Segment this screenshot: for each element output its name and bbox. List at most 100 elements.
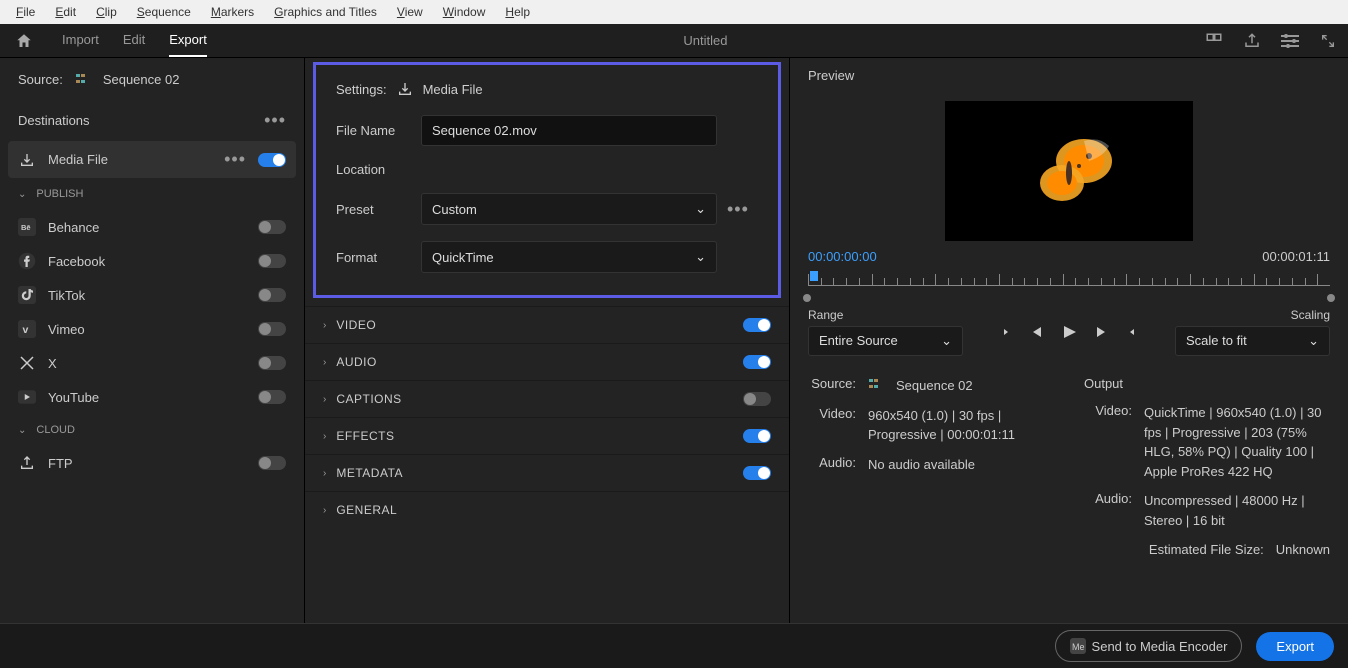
menu-view[interactable]: View: [387, 1, 433, 23]
youtube-toggle[interactable]: [258, 390, 286, 404]
preview-title: Preview: [790, 58, 1348, 93]
svg-text:Me: Me: [1072, 642, 1085, 652]
video-toggle[interactable]: [743, 318, 771, 332]
export-button[interactable]: Export: [1256, 632, 1334, 661]
step-back-button[interactable]: [1029, 325, 1043, 339]
destinations-panel: Source: Sequence 02 Destinations ••• Med…: [0, 58, 305, 623]
step-forward-button[interactable]: [1095, 325, 1109, 339]
svg-text:v: v: [23, 324, 29, 336]
svg-text:Bē: Bē: [21, 223, 31, 232]
filename-input[interactable]: [421, 115, 717, 146]
mark-in-button[interactable]: [999, 324, 1011, 340]
effects-toggle[interactable]: [743, 429, 771, 443]
playhead[interactable]: [810, 271, 818, 281]
destinations-more-icon[interactable]: •••: [264, 110, 286, 131]
destination-behance[interactable]: Bē Behance: [0, 210, 304, 244]
settings-icon[interactable]: [1280, 31, 1300, 51]
metadata-toggle[interactable]: [743, 466, 771, 480]
menu-graphics[interactable]: Graphics and Titles: [264, 1, 387, 23]
audio-toggle[interactable]: [743, 355, 771, 369]
upload-icon: [19, 455, 35, 471]
tab-edit[interactable]: Edit: [123, 24, 145, 57]
destination-youtube[interactable]: YouTube: [0, 380, 304, 414]
location-label: Location: [336, 162, 411, 177]
menu-markers[interactable]: Markers: [201, 1, 264, 23]
preview-video[interactable]: [945, 101, 1193, 241]
menu-edit[interactable]: Edit: [45, 1, 86, 23]
output-video-value: QuickTime | 960x540 (1.0) | 30 fps | Pro…: [1144, 403, 1330, 481]
publish-section-header[interactable]: ⌄ PUBLISH: [0, 178, 304, 210]
x-icon: [18, 354, 36, 372]
summary-source-label: Source:: [808, 376, 856, 391]
download-icon: [19, 152, 35, 168]
tiktok-toggle[interactable]: [258, 288, 286, 302]
menu-clip[interactable]: Clip: [86, 1, 127, 23]
in-handle[interactable]: [803, 294, 811, 302]
source-name[interactable]: Sequence 02: [103, 72, 180, 87]
play-button[interactable]: [1061, 324, 1077, 340]
toolbar: Import Edit Export Untitled: [0, 24, 1348, 58]
est-value: Unknown: [1276, 540, 1330, 560]
home-icon: [15, 32, 33, 50]
format-select[interactable]: QuickTime ⌄: [421, 241, 717, 273]
share-icon[interactable]: [1242, 31, 1262, 51]
captions-section[interactable]: ›CAPTIONS: [305, 380, 789, 417]
output-audio-label: Audio:: [1084, 491, 1132, 506]
menu-sequence[interactable]: Sequence: [127, 1, 201, 23]
ftp-toggle[interactable]: [258, 456, 286, 470]
fullscreen-icon[interactable]: [1318, 31, 1338, 51]
facebook-toggle[interactable]: [258, 254, 286, 268]
destination-tiktok[interactable]: TikTok: [0, 278, 304, 312]
settings-highlight: Settings: Media File File Name Location …: [313, 62, 781, 298]
destination-x[interactable]: X: [0, 346, 304, 380]
vimeo-toggle[interactable]: [258, 322, 286, 336]
chevron-right-icon: ›: [323, 320, 326, 331]
media-file-toggle[interactable]: [258, 153, 286, 167]
timecode-start[interactable]: 00:00:00:00: [808, 249, 877, 264]
video-section[interactable]: ›VIDEO: [305, 306, 789, 343]
destination-media-file[interactable]: Media File •••: [8, 141, 296, 178]
send-to-encoder-button[interactable]: Me Send to Media Encoder: [1055, 630, 1243, 662]
media-file-more-icon[interactable]: •••: [224, 149, 246, 170]
behance-toggle[interactable]: [258, 220, 286, 234]
home-button[interactable]: [10, 27, 38, 55]
x-toggle[interactable]: [258, 356, 286, 370]
chevron-right-icon: ›: [323, 505, 326, 516]
bottom-bar: Me Send to Media Encoder Export: [0, 623, 1348, 668]
destination-ftp[interactable]: FTP: [0, 446, 304, 480]
destination-facebook[interactable]: Facebook: [0, 244, 304, 278]
audio-section[interactable]: ›AUDIO: [305, 343, 789, 380]
destinations-title: Destinations: [18, 113, 90, 128]
workspace-icon[interactable]: [1204, 31, 1224, 51]
output-video-label: Video:: [1084, 403, 1132, 418]
timeline[interactable]: [808, 274, 1330, 296]
source-label: Source:: [18, 72, 63, 87]
scaling-select[interactable]: Scale to fit ⌄: [1175, 326, 1330, 356]
mark-out-button[interactable]: [1127, 324, 1139, 340]
metadata-section[interactable]: ›METADATA: [305, 454, 789, 491]
menu-file[interactable]: File: [6, 1, 45, 23]
preset-more-icon[interactable]: •••: [727, 199, 749, 220]
tab-export[interactable]: Export: [169, 24, 207, 57]
butterfly-image: [1014, 131, 1124, 211]
chevron-right-icon: ›: [323, 357, 326, 368]
captions-toggle[interactable]: [743, 392, 771, 406]
tab-import[interactable]: Import: [62, 24, 99, 57]
settings-media-file: Media File: [423, 82, 483, 97]
range-select[interactable]: Entire Source ⌄: [808, 326, 963, 356]
summary-source-name: Sequence 02: [896, 376, 973, 396]
effects-section[interactable]: ›EFFECTS: [305, 417, 789, 454]
media-encoder-icon: Me: [1070, 638, 1086, 654]
chevron-down-icon: ⌄: [941, 333, 952, 349]
destination-vimeo[interactable]: v Vimeo: [0, 312, 304, 346]
cloud-section-header[interactable]: ⌄ CLOUD: [0, 414, 304, 446]
filename-label: File Name: [336, 123, 411, 138]
general-section[interactable]: ›GENERAL: [305, 491, 789, 528]
out-handle[interactable]: [1327, 294, 1335, 302]
summary-video-value: 960x540 (1.0) | 30 fps | Progressive | 0…: [868, 406, 1054, 445]
menu-window[interactable]: Window: [433, 1, 496, 23]
chevron-right-icon: ›: [323, 431, 326, 442]
menu-help[interactable]: Help: [495, 1, 540, 23]
preset-select[interactable]: Custom ⌄: [421, 193, 717, 225]
youtube-icon: [18, 390, 36, 404]
